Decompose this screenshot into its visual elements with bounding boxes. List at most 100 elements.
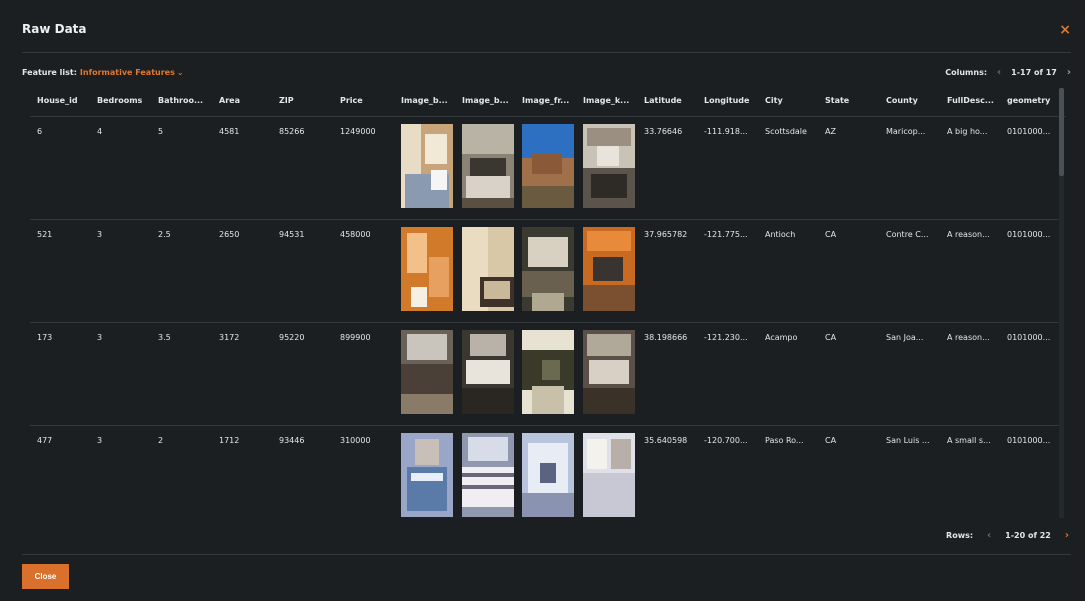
columns-prev-icon[interactable]: ‹ (997, 67, 1001, 78)
close-button[interactable]: Close (22, 564, 69, 589)
cell-bedrooms: 3 (97, 230, 103, 239)
front-thumbnail (522, 433, 574, 517)
table-header: House_id Bedrooms Bathroo... Area ZIP Pr… (30, 86, 1066, 117)
cell-latitude: 37.965782 (644, 230, 688, 239)
cell-county: San Luis ... (886, 436, 930, 445)
divider (22, 554, 1071, 555)
cell-zip: 95220 (279, 333, 305, 342)
column-header-house-id[interactable]: House_id (37, 96, 78, 105)
column-header-image-kitchen[interactable]: Image_k... (583, 96, 629, 105)
cell-bedrooms: 4 (97, 127, 103, 136)
front-thumbnail (522, 330, 574, 414)
cell-house-id: 477 (37, 436, 53, 445)
cell-state: CA (825, 230, 837, 239)
cell-house-id: 6 (37, 127, 43, 136)
table-row: 521 3 2.5 2650 94531 458000 37.965782 -1… (30, 219, 1060, 323)
column-header-image-bath[interactable]: Image_b... (401, 96, 448, 105)
cell-area: 2650 (219, 230, 240, 239)
cell-city: Scottsdale (765, 127, 807, 136)
rows-pager: Rows: ‹ 1-20 of 22 › (946, 530, 1069, 541)
cell-state: CA (825, 436, 837, 445)
column-header-bedrooms[interactable]: Bedrooms (97, 96, 142, 105)
kitchen-thumbnail (583, 330, 635, 414)
cell-longitude: -121.775... (704, 230, 748, 239)
column-header-bathrooms[interactable]: Bathroo... (158, 96, 203, 105)
cell-zip: 85266 (279, 127, 305, 136)
feature-list-selector[interactable]: Feature list: Informative Features ⌄ (22, 68, 184, 77)
bedroom-thumbnail (462, 330, 514, 414)
cell-city: Acampo (765, 333, 798, 342)
dialog-title: Raw Data (22, 22, 87, 36)
chevron-down-icon[interactable]: ⌄ (177, 68, 184, 77)
close-icon[interactable]: × (1059, 22, 1071, 38)
table-row: 173 3 3.5 3172 95220 899900 38.198666 -1… (30, 322, 1060, 426)
bedroom-thumbnail (462, 124, 514, 208)
cell-area: 3172 (219, 333, 240, 342)
cell-longitude: -121.230... (704, 333, 748, 342)
cell-city: Antioch (765, 230, 796, 239)
bedroom-thumbnail (462, 227, 514, 311)
feature-list-label: Feature list: (22, 68, 77, 77)
column-header-city[interactable]: City (765, 96, 783, 105)
front-thumbnail (522, 227, 574, 311)
cell-latitude: 38.198666 (644, 333, 688, 342)
cell-price: 458000 (340, 230, 371, 239)
column-header-latitude[interactable]: Latitude (644, 96, 682, 105)
column-header-longitude[interactable]: Longitude (704, 96, 749, 105)
cell-bathrooms: 2.5 (158, 230, 171, 239)
cell-fulldesc: A big ho... (947, 127, 988, 136)
cell-house-id: 521 (37, 230, 53, 239)
rows-prev-icon[interactable]: ‹ (987, 530, 991, 541)
cell-geometry: 0101000... (1007, 436, 1051, 445)
cell-bedrooms: 3 (97, 436, 103, 445)
cell-county: Maricop... (886, 127, 926, 136)
columns-next-icon[interactable]: › (1067, 67, 1071, 78)
cell-geometry: 0101000... (1007, 333, 1051, 342)
cell-geometry: 0101000... (1007, 127, 1051, 136)
column-header-geometry[interactable]: geometry (1007, 96, 1050, 105)
kitchen-thumbnail (583, 227, 635, 311)
cell-bathrooms: 3.5 (158, 333, 171, 342)
column-header-image-bed[interactable]: Image_b... (462, 96, 509, 105)
cell-area: 4581 (219, 127, 240, 136)
bathroom-thumbnail (401, 330, 453, 414)
column-header-price[interactable]: Price (340, 96, 363, 105)
raw-data-dialog: Raw Data × Feature list: Informative Feat… (0, 0, 1085, 601)
column-header-zip[interactable]: ZIP (279, 96, 294, 105)
column-header-fulldesc[interactable]: FullDesc... (947, 96, 994, 105)
cell-house-id: 173 (37, 333, 53, 342)
cell-zip: 93446 (279, 436, 305, 445)
cell-geometry: 0101000... (1007, 230, 1051, 239)
bathroom-thumbnail (401, 227, 453, 311)
cell-state: AZ (825, 127, 836, 136)
feature-list-value[interactable]: Informative Features (80, 68, 175, 77)
column-header-state[interactable]: State (825, 96, 849, 105)
cell-fulldesc: A reason... (947, 333, 990, 342)
cell-longitude: -120.700... (704, 436, 748, 445)
kitchen-thumbnail (583, 124, 635, 208)
rows-next-icon[interactable]: › (1065, 530, 1069, 541)
column-header-image-front[interactable]: Image_fr... (522, 96, 569, 105)
cell-latitude: 35.640598 (644, 436, 688, 445)
raw-data-table: House_id Bedrooms Bathroo... Area ZIP Pr… (30, 86, 1066, 518)
rows-label: Rows: (946, 531, 974, 540)
cell-longitude: -111.918... (704, 127, 748, 136)
cell-bedrooms: 3 (97, 333, 103, 342)
columns-pager: Columns: ‹ 1-17 of 17 › (945, 67, 1071, 78)
column-header-county[interactable]: County (886, 96, 918, 105)
cell-price: 1249000 (340, 127, 376, 136)
cell-county: San Joa... (886, 333, 924, 342)
front-thumbnail (522, 124, 574, 208)
cell-state: CA (825, 333, 837, 342)
bedroom-thumbnail (462, 433, 514, 517)
cell-latitude: 33.76646 (644, 127, 683, 136)
table-row: 6 4 5 4581 85266 1249000 33.76646 -111.9… (30, 116, 1060, 220)
cell-fulldesc: A reason... (947, 230, 990, 239)
cell-fulldesc: A small s... (947, 436, 991, 445)
scrollbar-thumb[interactable] (1059, 88, 1064, 176)
cell-bathrooms: 2 (158, 436, 164, 445)
bathroom-thumbnail (401, 124, 453, 208)
column-header-area[interactable]: Area (219, 96, 240, 105)
cell-bathrooms: 5 (158, 127, 164, 136)
rows-range: 1-20 of 22 (1005, 531, 1051, 540)
